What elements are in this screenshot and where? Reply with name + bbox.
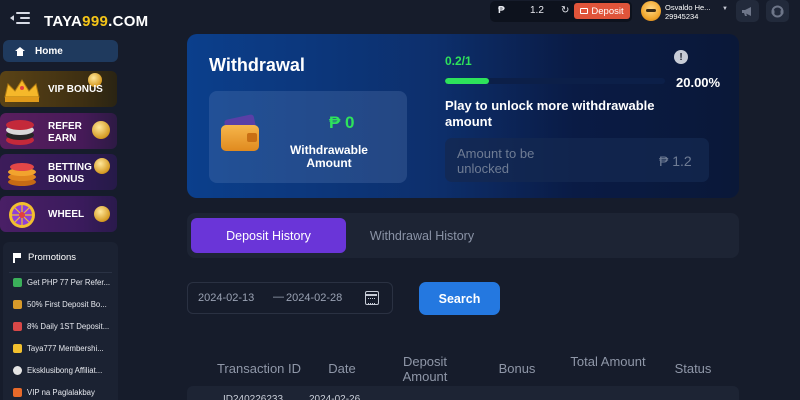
user-name[interactable]: Osvaldo He... xyxy=(665,3,710,12)
flag-icon xyxy=(13,252,21,263)
menu-icon[interactable] xyxy=(10,12,30,28)
locked-label: Amount to be unlocked xyxy=(457,146,535,176)
rocket-icon xyxy=(13,388,22,397)
wheel-icon xyxy=(2,200,42,230)
promotions-panel: Promotions Get PHP 77 Per Refer... 50% F… xyxy=(3,242,118,400)
calendar-icon[interactable] xyxy=(365,291,379,305)
site-logo[interactable]: TAYA999.COM xyxy=(44,13,148,30)
locked-amount-box: Amount to be unlocked ₱ 1.2 xyxy=(445,138,709,182)
withdrawable-amount: ₱ 0 xyxy=(329,113,355,132)
chevron-down-icon[interactable]: ▼ xyxy=(722,6,728,12)
currency-symbol: ₱ xyxy=(498,5,505,16)
transaction-date: 2024-02-26 xyxy=(309,394,361,400)
sidebar-promo-betting-bonus[interactable]: BETTING BONUS xyxy=(0,154,117,190)
column-header-deposit-amount: Deposit Amount xyxy=(402,354,448,384)
sidebar: Home VIP BONUS REFER EARN BETTING BONUS … xyxy=(0,36,122,400)
promotion-item[interactable]: VIP na Paglalakbay xyxy=(13,388,95,397)
promotion-item[interactable]: Eksklusibong Affiliat... xyxy=(13,366,102,375)
progress-percent: 20.00% xyxy=(676,75,721,90)
info-icon[interactable]: ! xyxy=(674,50,688,64)
end-date[interactable]: 2024-02-28 xyxy=(286,292,342,304)
locked-amount: ₱ 1.2 xyxy=(659,153,692,169)
promotions-header[interactable]: Promotions xyxy=(13,252,76,263)
column-header-status: Status xyxy=(674,361,712,376)
sidebar-promo-vip-bonus[interactable]: VIP BONUS xyxy=(0,71,117,107)
transaction-id: ID240226233... xyxy=(223,394,292,400)
page-title: Withdrawal xyxy=(209,55,305,75)
sidebar-promo-wheel[interactable]: WHEEL xyxy=(0,196,117,232)
column-header-total-amount: Total Amount xyxy=(570,354,646,369)
column-header-transaction-id: Transaction ID xyxy=(216,361,302,376)
search-button[interactable]: Search xyxy=(419,282,500,315)
promotion-item[interactable]: 8% Daily 1ST Deposit... xyxy=(13,322,109,331)
money-bag-icon xyxy=(13,278,22,287)
sidebar-promo-refer-earn[interactable]: REFER EARN xyxy=(0,113,117,149)
poker-chips-icon xyxy=(2,117,42,147)
divider xyxy=(9,272,112,273)
sidebar-item-home[interactable]: Home xyxy=(3,40,118,62)
date-range-picker[interactable]: 2024-02-13 — 2024-02-28 xyxy=(187,282,393,314)
promotion-item[interactable]: Get PHP 77 Per Refer... xyxy=(13,278,110,287)
home-icon xyxy=(15,46,25,56)
progress-fill xyxy=(445,78,489,84)
megaphone-icon[interactable] xyxy=(736,0,759,22)
promotion-item[interactable]: Taya777 Membershi... xyxy=(13,344,104,353)
deposit-button[interactable]: Deposit xyxy=(574,3,630,19)
tab-withdrawal-history[interactable]: Withdrawal History xyxy=(347,218,497,253)
history-tabs: Deposit History Withdrawal History xyxy=(187,213,739,258)
withdrawable-label: Withdrawable Amount xyxy=(290,143,368,170)
user-id: 29945234 xyxy=(665,12,699,21)
table-row[interactable]: ID240226233... 2024-02-26 xyxy=(187,386,739,400)
date-separator: — xyxy=(273,291,284,303)
ball-icon xyxy=(13,366,22,375)
wallet-icon xyxy=(580,8,589,14)
column-header-bonus: Bonus xyxy=(498,361,536,376)
gift-icon xyxy=(13,322,22,331)
coin-stack-icon xyxy=(2,158,42,188)
start-date[interactable]: 2024-02-13 xyxy=(198,292,254,304)
withdrawal-card: Withdrawal ₱ 0 Withdrawable Amount 0.2/1… xyxy=(187,34,739,198)
crown-icon xyxy=(13,344,22,353)
support-icon[interactable] xyxy=(766,0,789,22)
promotion-item[interactable]: 50% First Deposit Bo... xyxy=(13,300,107,309)
money-bag-icon xyxy=(13,300,22,309)
wallet-icon xyxy=(221,114,259,151)
crown-icon xyxy=(2,75,42,105)
avatar[interactable] xyxy=(641,1,661,21)
progress-bar xyxy=(445,78,665,84)
unlock-message: Play to unlock more withdrawable amount xyxy=(445,98,655,129)
balance-amount: 1.2 xyxy=(530,5,544,16)
tab-deposit-history[interactable]: Deposit History xyxy=(191,218,346,253)
progress-count: 0.2/1 xyxy=(445,54,472,68)
column-header-date: Date xyxy=(328,361,356,376)
withdrawable-box: ₱ 0 Withdrawable Amount xyxy=(209,91,407,183)
refresh-icon[interactable]: ↻ xyxy=(561,5,569,16)
